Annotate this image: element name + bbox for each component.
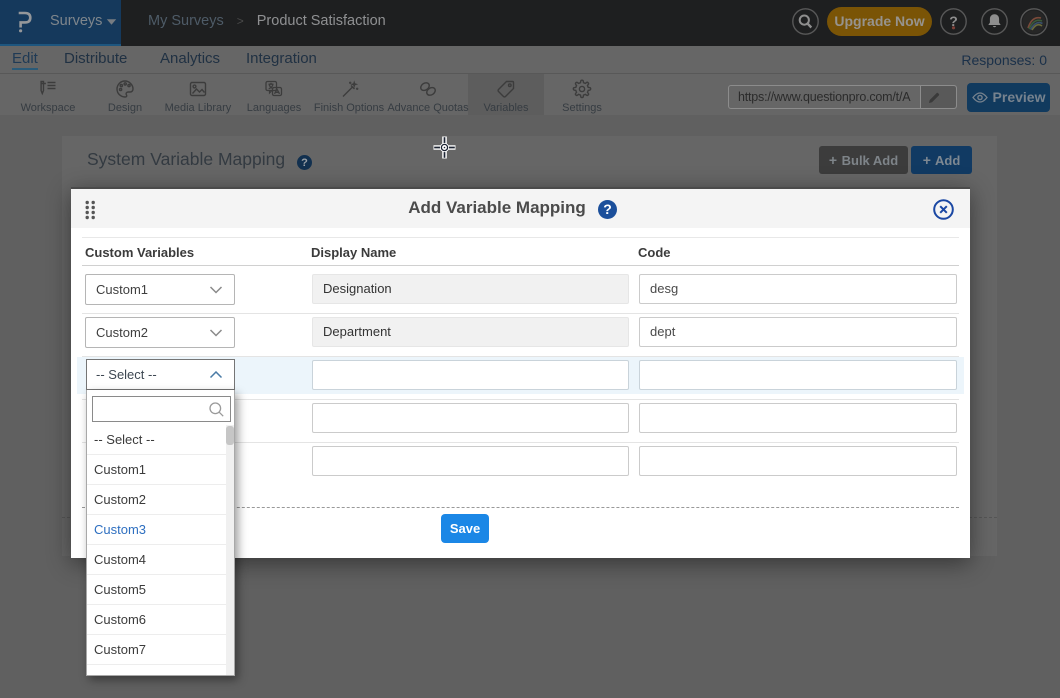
svg-text:?: ? [301, 157, 308, 169]
